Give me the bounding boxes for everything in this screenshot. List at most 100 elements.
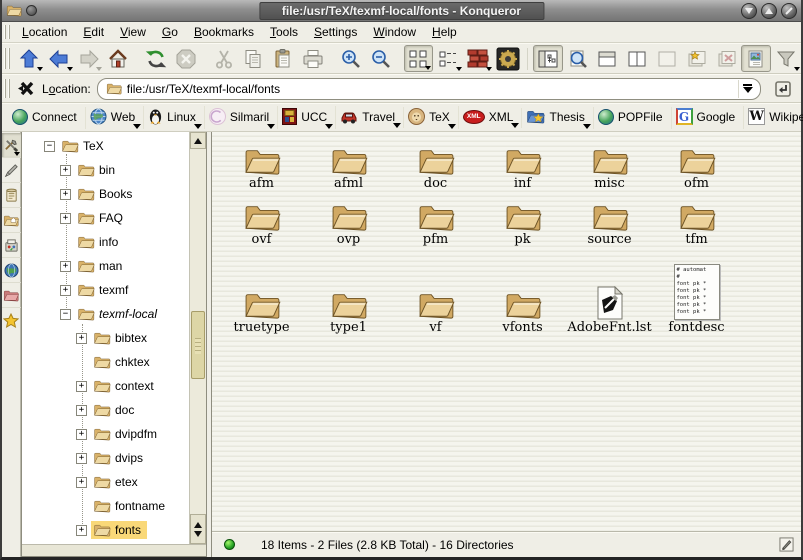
bookmark-web[interactable]: Web	[86, 106, 144, 129]
new-tab-button[interactable]	[682, 45, 712, 72]
tree-item[interactable]: + context	[22, 374, 189, 398]
tree-item[interactable]: fontname	[22, 494, 189, 518]
paste-button[interactable]	[268, 45, 298, 72]
file-item[interactable]: vfonts	[479, 248, 566, 336]
tree-item[interactable]: + man	[22, 254, 189, 278]
bookmark-travel[interactable]: Travel	[336, 107, 404, 128]
tree-item[interactable]: + fonts	[22, 518, 189, 542]
sidebar-bookmarks-button[interactable]	[2, 308, 21, 333]
bookmark-tex[interactable]: TeX	[404, 106, 459, 129]
tree-expander-icon[interactable]: +	[76, 453, 87, 464]
bookmark-linux[interactable]: Linux	[144, 106, 205, 129]
tree-expander-icon[interactable]: +	[76, 477, 87, 488]
tree-expander-icon[interactable]: +	[76, 333, 87, 344]
show-navigation-panel-button[interactable]	[533, 45, 563, 72]
split-view-top-bottom-button[interactable]	[592, 45, 622, 72]
tree-item-content[interactable]: dvipdfm	[91, 425, 163, 443]
menubar-item[interactable]: Tools	[262, 23, 306, 41]
tree-item-content[interactable]: texmf	[75, 281, 134, 299]
menubar-item[interactable]: Go	[154, 23, 186, 41]
menubar-item[interactable]: Window	[365, 23, 424, 41]
go-button[interactable]	[771, 77, 795, 101]
sidebar-root-folder-button[interactable]	[2, 283, 21, 308]
tree-item-content[interactable]: man	[75, 257, 128, 275]
close-button[interactable]	[781, 3, 797, 19]
location-dropdown-button[interactable]	[738, 80, 756, 98]
file-item[interactable]: source	[566, 192, 653, 248]
tree-item-content[interactable]: fonts	[91, 521, 147, 539]
file-item[interactable]: misc	[566, 136, 653, 192]
bookmark-thesis[interactable]: Thesis	[522, 107, 593, 129]
tree-item-content[interactable]: info	[75, 233, 124, 251]
sticky-button[interactable]	[26, 5, 37, 16]
tree-item-content[interactable]: context	[91, 377, 160, 395]
clear-location-button[interactable]	[14, 75, 38, 102]
file-item[interactable]: vf	[392, 248, 479, 336]
sidebar-config-button[interactable]	[2, 133, 21, 158]
tree-expander-icon[interactable]: +	[76, 525, 87, 536]
sidebar-home-button[interactable]	[2, 208, 21, 233]
preview-images-button[interactable]	[741, 45, 771, 72]
location-input[interactable]: file:/usr/TeX/texmf-local/fonts	[97, 78, 761, 100]
minimize-button[interactable]	[741, 3, 757, 19]
menubar-item[interactable]: View	[112, 23, 154, 41]
close-tab-button[interactable]	[712, 45, 742, 72]
reload-button[interactable]	[141, 45, 171, 72]
file-item[interactable]: inf	[479, 136, 566, 192]
zoom-out-button[interactable]	[366, 45, 396, 72]
tree-item-content[interactable]: fontname	[91, 497, 171, 515]
up-button[interactable]	[14, 45, 44, 72]
scroll-buttons[interactable]	[190, 514, 206, 544]
bookmark-silmaril[interactable]: Silmaril	[205, 106, 278, 129]
cut-button[interactable]	[209, 45, 239, 72]
tree-expander-icon[interactable]: +	[76, 429, 87, 440]
file-item[interactable]: ofm	[653, 136, 740, 192]
forward-button[interactable]	[74, 45, 104, 72]
tree-expander-icon[interactable]: −	[60, 309, 71, 320]
bookmark-popfile[interactable]: POPFile	[594, 107, 672, 129]
tree-item-content[interactable]: bin	[75, 161, 121, 179]
file-item[interactable]: type1	[305, 248, 392, 336]
sidebar-network-button[interactable]	[2, 258, 21, 283]
menubar-item[interactable]: Bookmarks	[186, 23, 262, 41]
file-item[interactable]: # automat#font pk *font pk *font pk *fon…	[653, 248, 740, 336]
file-item[interactable]: truetype	[218, 248, 305, 336]
tree-horizontal-scrollbar[interactable]	[22, 544, 206, 556]
tree-item-content[interactable]: FAQ	[75, 209, 129, 227]
zoom-in-button[interactable]	[336, 45, 366, 72]
titlebar[interactable]: file:/usr/TeX/texmf-local/fonts - Konque…	[2, 0, 801, 22]
tree-item[interactable]: + dvips	[22, 446, 189, 470]
tree-item-content[interactable]: bibtex	[91, 329, 153, 347]
print-button[interactable]	[298, 45, 328, 72]
scroll-up-button[interactable]	[190, 132, 206, 149]
tree-item[interactable]: chktex	[22, 350, 189, 374]
tree-item[interactable]: info	[22, 230, 189, 254]
copy-button[interactable]	[239, 45, 269, 72]
tree-expander-icon[interactable]: +	[76, 381, 87, 392]
menubar-item[interactable]: Settings	[306, 23, 365, 41]
tree-expander-icon[interactable]: +	[60, 213, 71, 224]
tree-expander-icon[interactable]: +	[60, 165, 71, 176]
remove-active-view-button[interactable]	[652, 45, 682, 72]
filter-button[interactable]	[771, 45, 801, 72]
file-item[interactable]: afm	[218, 136, 305, 192]
bookmark-connect[interactable]: Connect	[8, 107, 86, 129]
file-item[interactable]: ovf	[218, 192, 305, 248]
bookmark-ucc[interactable]: UCC	[278, 106, 336, 129]
bookmark-google[interactable]: G Google	[672, 106, 745, 129]
toolbar-grip[interactable]	[4, 48, 10, 68]
menubar-item[interactable]: Location	[14, 23, 75, 41]
sidebar-annotate-button[interactable]	[2, 158, 21, 183]
bookmark-wikipedia[interactable]: W Wikipedia	[744, 106, 803, 129]
find-file-button[interactable]	[563, 45, 593, 72]
tree-item[interactable]: + bibtex	[22, 326, 189, 350]
back-button[interactable]	[44, 45, 74, 72]
file-item[interactable]: tfm	[653, 192, 740, 248]
tree-item-content[interactable]: doc	[91, 401, 140, 419]
file-item[interactable]: pfm	[392, 192, 479, 248]
split-view-left-right-button[interactable]	[622, 45, 652, 72]
tree-item[interactable]: + Books	[22, 182, 189, 206]
tree-item-content[interactable]: texmf-local	[75, 305, 163, 323]
stop-button[interactable]	[171, 45, 201, 72]
icon-view-button[interactable]	[404, 45, 434, 72]
